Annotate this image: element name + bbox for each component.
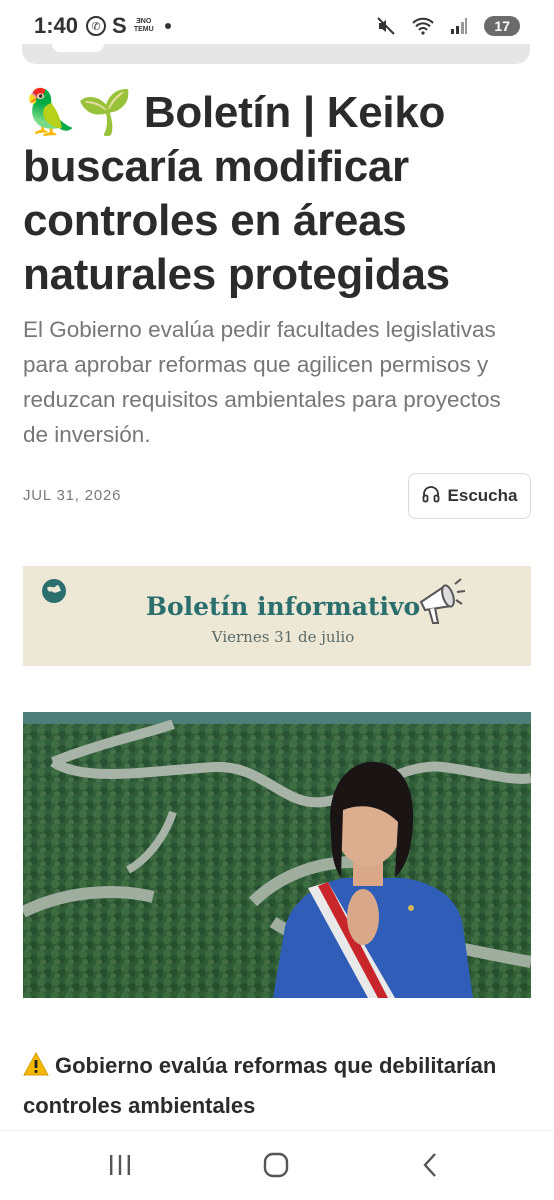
listen-button[interactable]: Escucha bbox=[408, 473, 531, 519]
newsletter-banner: Boletín informativo Viernes 31 de julio bbox=[23, 566, 531, 666]
temu-icon: ƎNO TEMU bbox=[133, 18, 154, 33]
home-icon bbox=[263, 1152, 289, 1178]
hero-image bbox=[23, 712, 531, 998]
banner-subtitle: Viernes 31 de julio bbox=[211, 628, 355, 646]
headphones-icon bbox=[422, 485, 440, 508]
signal-icon bbox=[450, 17, 468, 35]
status-time: 1:40 bbox=[34, 13, 79, 38]
url-bar[interactable] bbox=[22, 44, 530, 64]
warning-icon bbox=[23, 1052, 49, 1076]
rainforest-river-image bbox=[23, 712, 531, 998]
back-button[interactable] bbox=[410, 1149, 450, 1181]
section-heading-text: Gobierno evalúa reformas que debilitaría… bbox=[23, 1053, 497, 1118]
android-nav-bar bbox=[0, 1130, 554, 1200]
home-button[interactable] bbox=[256, 1149, 296, 1181]
megaphone-icon bbox=[419, 578, 466, 624]
whatsapp-icon: ✆ bbox=[86, 16, 107, 36]
back-icon bbox=[423, 1153, 436, 1177]
parrot-sprout-emoji: 🦜🌱 bbox=[23, 88, 132, 137]
recent-apps-icon bbox=[110, 1155, 130, 1175]
article-date: JUL 31, 2026 bbox=[23, 487, 122, 504]
article-subtitle: El Gobierno evalúa pedir facultades legi… bbox=[23, 317, 501, 447]
s-app-icon: S bbox=[112, 13, 127, 38]
mute-icon bbox=[376, 16, 396, 36]
recent-apps-button[interactable] bbox=[100, 1149, 140, 1181]
section-heading: Gobierno evalúa reformas que debilitaría… bbox=[23, 1046, 533, 1126]
wifi-icon bbox=[412, 17, 435, 35]
article-title: 🦜🌱 Boletín | Keiko buscaría modificar co… bbox=[23, 86, 523, 302]
notification-dot-icon bbox=[164, 23, 171, 29]
listen-button-label: Escucha bbox=[447, 486, 518, 505]
battery-indicator: 17 bbox=[484, 16, 520, 36]
